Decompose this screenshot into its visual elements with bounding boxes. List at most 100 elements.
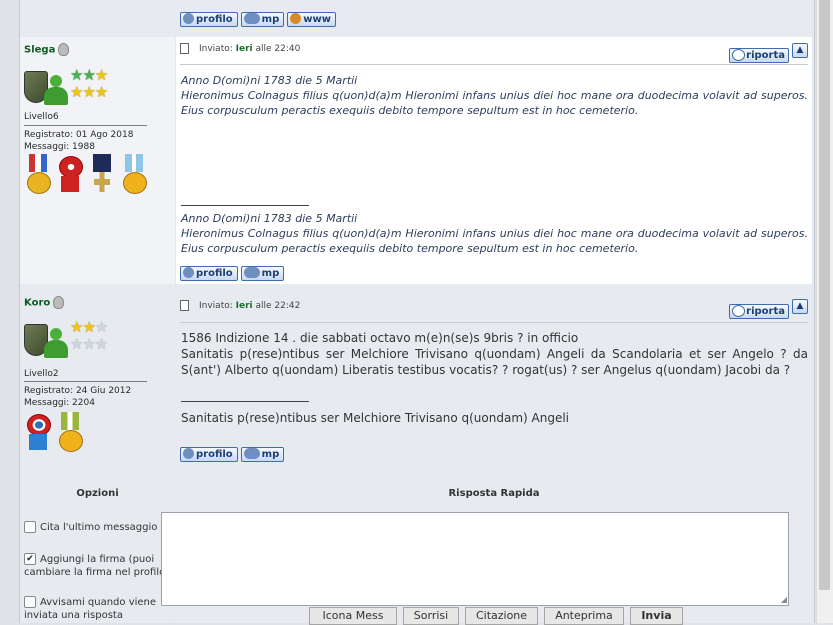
star-icon: ★ [82,66,95,84]
post-buttons: profilo mp [180,263,287,282]
star-icon: ★ [70,83,83,101]
medal-icon [56,412,84,452]
quote-button[interactable]: riporta [729,48,789,63]
post-header-divider [180,64,808,65]
pm-button[interactable]: mp [240,266,285,281]
pm-icon [243,12,260,24]
checkbox-add-signature[interactable]: ✔ [24,553,36,565]
checkbox-quote-last[interactable] [24,521,36,533]
user-level: Livello2 [24,369,59,379]
star-icon: ★ [82,83,95,101]
profile-icon [183,12,194,24]
post-buttons: profilo mp [180,444,287,463]
message-icon-button[interactable]: Icona Mess [309,607,397,625]
post-icon [180,43,189,54]
www-button[interactable]: www [287,12,336,27]
back-to-top-button[interactable]: ▲ [792,43,808,58]
profile-button[interactable]: profilo [180,266,238,281]
avatar [24,71,68,105]
post-body-cell: Inviato: Ieri alle 22:40 riporta ▲ Anno D… [176,37,812,284]
post-actions: riporta ▲ [729,299,808,319]
checkbox-notify-reply[interactable] [24,596,36,608]
signature-text: Sanitatis p(rese)ntibus ser Melchiore Tr… [181,411,570,425]
user-level: Livello6 [24,112,59,122]
signature-divider [181,401,309,402]
quote-icon [732,49,746,61]
option-notify-reply[interactable]: Avvisami quando viene inviata una rispos… [24,596,174,622]
post-body-cell: Inviato: Ieri alle 22:42 riporta ▲ 1586 I… [176,284,812,474]
previous-post-buttons: profilo mp www [180,9,339,28]
rosette-medal-icon [56,154,84,194]
post-text: Anno D(omi)ni 1783 die 5 Martii Hieronim… [181,74,808,117]
pm-icon [243,266,260,278]
author-meta: Registrato: 01 Ago 2018 Messaggi: 1988 [24,129,133,153]
post-header: Inviato: Ieri alle 22:42 [180,300,300,311]
smileys-button[interactable]: Sorrisi [403,607,459,625]
post-actions: riporta ▲ [729,43,808,63]
arrow-up-icon[interactable]: ▲ [797,45,804,55]
pm-button[interactable]: mp [240,12,285,27]
status-bulb-icon [58,43,70,56]
status-bulb-icon [53,296,65,309]
avatar [24,324,68,358]
author-name[interactable]: Slega [24,43,70,56]
post-icon [180,300,189,311]
star-icon: ★ [70,318,83,336]
resize-grip-icon[interactable]: ◢ [781,595,787,604]
author-cell: Koro ★★★ ★★★ Livello2 Registrato: 24 Giu… [20,284,175,474]
online-user-icon [44,75,68,105]
previous-post-body-cell: profilo mp www [176,0,812,37]
signature-text: Anno D(omi)ni 1783 die 5 Martii Hieronim… [181,212,808,255]
arrow-up-icon[interactable]: ▲ [797,301,804,311]
profile-icon [183,266,194,278]
star-icon: ★ [82,318,95,336]
registered-date: Registrato: 01 Ago 2018 [24,130,134,140]
signature-divider [181,205,309,206]
star-icon: ★ [94,318,108,336]
author-meta: Registrato: 24 Giu 2012 Messaggi: 2204 [24,385,131,409]
profile-icon [183,447,194,459]
message-count: Messaggi: 1988 [24,142,95,152]
post-header: Inviato: Ieri alle 22:40 [180,43,300,54]
medal-icon [24,154,52,194]
quote-insert-button[interactable]: Citazione [465,607,538,625]
post-koro: Koro ★★★ ★★★ Livello2 Registrato: 24 Giu… [20,284,812,474]
back-to-top-button[interactable]: ▲ [792,299,808,314]
cross-medal-icon [88,154,116,194]
star-icon: ★ [94,83,108,101]
star-icon: ★ [70,335,83,353]
author-name[interactable]: Koro [24,296,65,309]
pm-icon [243,447,260,459]
send-button[interactable]: Invia [630,607,683,625]
post-text: 1586 Indizione 14 . die sabbati octavo m… [181,331,808,377]
reply-textarea[interactable]: ◢ [161,512,789,606]
profile-button[interactable]: profilo [180,447,238,462]
option-add-signature[interactable]: ✔ Aggiungi la firma (puoi cambiare la fir… [24,553,174,579]
rank-stars: ★★★ ★★★ [70,319,120,353]
rosette-medal-icon [24,412,52,452]
star-icon: ★ [82,335,95,353]
post-slega: Slega ★★★ ★★★ Livello6 Registrato: 01 Ag… [20,37,812,284]
author-cell: Slega ★★★ ★★★ Livello6 Registrato: 01 Ag… [20,37,175,284]
post-header-divider [180,322,808,323]
pm-button[interactable]: mp [240,447,285,462]
options-title: Opzioni [76,488,119,499]
quote-icon [732,305,746,317]
star-icon: ★ [94,66,108,84]
www-icon [290,12,302,24]
option-quote-last[interactable]: Cita l'ultimo messaggio [24,521,174,534]
author-divider [24,381,147,382]
quick-reply-title: Risposta Rapida [448,488,540,499]
previous-post-author-cell [20,0,175,37]
previous-post-footer: profilo mp www [20,0,812,37]
profile-button[interactable]: profilo [180,12,238,27]
page-scrollbar-thumb[interactable] [819,0,830,590]
quote-button[interactable]: riporta [729,304,789,319]
star-icon: ★ [94,335,108,353]
online-user-icon [44,328,68,358]
author-divider [24,125,147,126]
medal-icon [120,154,148,194]
rank-stars: ★★★ ★★★ [70,67,120,101]
message-count: Messaggi: 2204 [24,398,95,408]
preview-button[interactable]: Anteprima [544,607,624,625]
